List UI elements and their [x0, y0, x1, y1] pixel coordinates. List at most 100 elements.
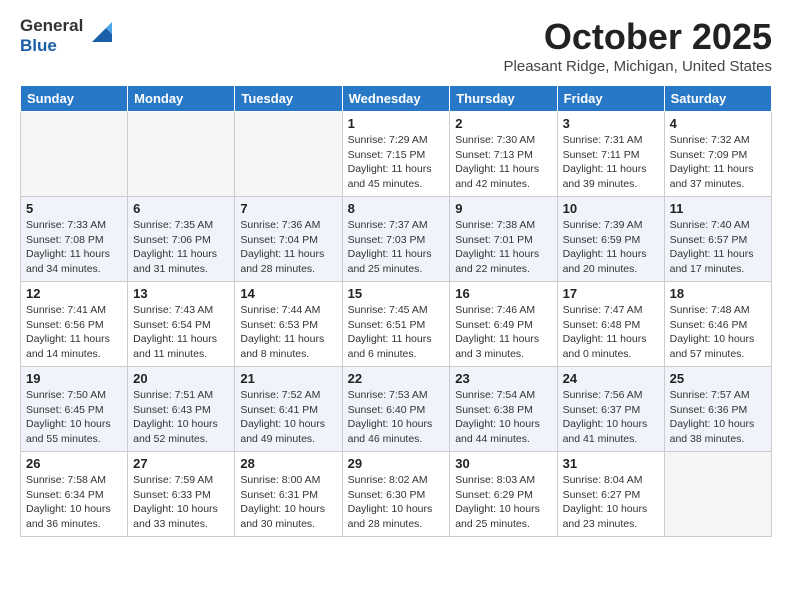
day-info: Sunrise: 7:37 AMSunset: 7:03 PMDaylight:…: [348, 218, 445, 277]
col-tuesday: Tuesday: [235, 86, 342, 112]
table-row: 1Sunrise: 7:29 AMSunset: 7:15 PMDaylight…: [342, 112, 450, 197]
day-info: Sunrise: 7:45 AMSunset: 6:51 PMDaylight:…: [348, 303, 445, 362]
table-row: 12Sunrise: 7:41 AMSunset: 6:56 PMDayligh…: [21, 282, 128, 367]
calendar-week-row: 12Sunrise: 7:41 AMSunset: 6:56 PMDayligh…: [21, 282, 772, 367]
day-info: Sunrise: 7:35 AMSunset: 7:06 PMDaylight:…: [133, 218, 229, 277]
day-info: Sunrise: 7:50 AMSunset: 6:45 PMDaylight:…: [26, 388, 122, 447]
page-header: General Blue October 2025 Pleasant Ridge…: [20, 16, 772, 75]
day-number: 10: [563, 201, 659, 216]
day-number: 20: [133, 371, 229, 386]
day-number: 22: [348, 371, 445, 386]
day-number: 23: [455, 371, 551, 386]
col-sunday: Sunday: [21, 86, 128, 112]
day-number: 24: [563, 371, 659, 386]
table-row: 14 Sunrise: 7:44 AMSunset: 6:53 PMDayligh…: [235, 282, 342, 367]
day-number: 21: [240, 371, 336, 386]
day-info: Sunrise: 7:56 AMSunset: 6:37 PMDaylight:…: [563, 388, 659, 447]
table-row: 2 Sunrise: 7:30 AMSunset: 7:13 PMDaylight…: [450, 112, 557, 197]
day-info: Sunrise: 7:58 AMSunset: 6:34 PMDaylight:…: [26, 473, 122, 532]
table-row: [128, 112, 235, 197]
table-row: 10 Sunrise: 7:39 AMSunset: 6:59 PMDayligh…: [557, 197, 664, 282]
day-info: Sunrise: 7:51 AMSunset: 6:43 PMDaylight:…: [133, 388, 229, 447]
day-info: Sunrise: 7:47 AMSunset: 6:48 PMDaylight:…: [563, 303, 659, 362]
day-number: 26: [26, 456, 122, 471]
day-info: Sunrise: 7:43 AMSunset: 6:54 PMDaylight:…: [133, 303, 229, 362]
table-row: 28 Sunrise: 8:00 AMSunset: 6:31 PMDayligh…: [235, 452, 342, 537]
table-row: 3 Sunrise: 7:31 AMSunset: 7:11 PMDaylight…: [557, 112, 664, 197]
day-info: Sunrise: 7:46 AMSunset: 6:49 PMDaylight:…: [455, 303, 551, 362]
day-number: 28: [240, 456, 336, 471]
day-number: 7: [240, 201, 336, 216]
calendar-week-row: 5 Sunrise: 7:33 AMSunset: 7:08 PMDaylight…: [21, 197, 772, 282]
logo-general: General: [20, 16, 83, 35]
table-row: [235, 112, 342, 197]
col-wednesday: Wednesday: [342, 86, 450, 112]
calendar-week-row: 1Sunrise: 7:29 AMSunset: 7:15 PMDaylight…: [21, 112, 772, 197]
logo: General Blue: [20, 16, 116, 55]
calendar-header-row: Sunday Monday Tuesday Wednesday Thursday…: [21, 86, 772, 112]
table-row: 7 Sunrise: 7:36 AMSunset: 7:04 PMDaylight…: [235, 197, 342, 282]
day-info: Sunrise: 7:30 AMSunset: 7:13 PMDaylight:…: [455, 133, 551, 192]
table-row: 9 Sunrise: 7:38 AMSunset: 7:01 PMDaylight…: [450, 197, 557, 282]
table-row: 24 Sunrise: 7:56 AMSunset: 6:37 PMDayligh…: [557, 367, 664, 452]
day-info: Sunrise: 7:36 AMSunset: 7:04 PMDaylight:…: [240, 218, 336, 277]
col-friday: Friday: [557, 86, 664, 112]
table-row: 21Sunrise: 7:52 AMSunset: 6:41 PMDayligh…: [235, 367, 342, 452]
day-number: 6: [133, 201, 229, 216]
day-info: Sunrise: 7:48 AMSunset: 6:46 PMDaylight:…: [670, 303, 766, 362]
day-info: Sunrise: 7:39 AMSunset: 6:59 PMDaylight:…: [563, 218, 659, 277]
day-info: Sunrise: 7:38 AMSunset: 7:01 PMDaylight:…: [455, 218, 551, 277]
day-number: 1: [348, 116, 445, 131]
table-row: 17Sunrise: 7:47 AMSunset: 6:48 PMDayligh…: [557, 282, 664, 367]
day-info: Sunrise: 8:04 AMSunset: 6:27 PMDaylight:…: [563, 473, 659, 532]
table-row: 22 Sunrise: 7:53 AMSunset: 6:40 PMDayligh…: [342, 367, 450, 452]
day-info: Sunrise: 8:03 AMSunset: 6:29 PMDaylight:…: [455, 473, 551, 532]
day-info: Sunrise: 7:31 AMSunset: 7:11 PMDaylight:…: [563, 133, 659, 192]
day-number: 25: [670, 371, 766, 386]
day-number: 14: [240, 286, 336, 301]
col-monday: Monday: [128, 86, 235, 112]
table-row: 26 Sunrise: 7:58 AMSunset: 6:34 PMDayligh…: [21, 452, 128, 537]
day-number: 18: [670, 286, 766, 301]
day-info: Sunrise: 7:44 AMSunset: 6:53 PMDaylight:…: [240, 303, 336, 362]
table-row: 4 Sunrise: 7:32 AMSunset: 7:09 PMDaylight…: [664, 112, 771, 197]
table-row: 23 Sunrise: 7:54 AMSunset: 6:38 PMDayligh…: [450, 367, 557, 452]
calendar-week-row: 26 Sunrise: 7:58 AMSunset: 6:34 PMDayligh…: [21, 452, 772, 537]
day-number: 27: [133, 456, 229, 471]
table-row: 30Sunrise: 8:03 AMSunset: 6:29 PMDayligh…: [450, 452, 557, 537]
day-info: Sunrise: 7:33 AMSunset: 7:08 PMDaylight:…: [26, 218, 122, 277]
day-number: 3: [563, 116, 659, 131]
table-row: 15 Sunrise: 7:45 AMSunset: 6:51 PMDayligh…: [342, 282, 450, 367]
day-info: Sunrise: 7:57 AMSunset: 6:36 PMDaylight:…: [670, 388, 766, 447]
table-row: 29 Sunrise: 8:02 AMSunset: 6:30 PMDayligh…: [342, 452, 450, 537]
day-number: 15: [348, 286, 445, 301]
table-row: 31Sunrise: 8:04 AMSunset: 6:27 PMDayligh…: [557, 452, 664, 537]
day-info: Sunrise: 7:32 AMSunset: 7:09 PMDaylight:…: [670, 133, 766, 192]
table-row: [21, 112, 128, 197]
table-row: 27 Sunrise: 7:59 AMSunset: 6:33 PMDayligh…: [128, 452, 235, 537]
day-number: 29: [348, 456, 445, 471]
day-number: 9: [455, 201, 551, 216]
calendar-week-row: 19 Sunrise: 7:50 AMSunset: 6:45 PMDayligh…: [21, 367, 772, 452]
title-block: October 2025 Pleasant Ridge, Michigan, U…: [504, 16, 772, 75]
table-row: 13Sunrise: 7:43 AMSunset: 6:54 PMDayligh…: [128, 282, 235, 367]
day-number: 5: [26, 201, 122, 216]
logo-icon: [86, 18, 116, 53]
day-info: Sunrise: 8:00 AMSunset: 6:31 PMDaylight:…: [240, 473, 336, 532]
day-info: Sunrise: 7:54 AMSunset: 6:38 PMDaylight:…: [455, 388, 551, 447]
day-number: 4: [670, 116, 766, 131]
month-title: October 2025: [504, 16, 772, 58]
table-row: 19 Sunrise: 7:50 AMSunset: 6:45 PMDayligh…: [21, 367, 128, 452]
table-row: 5 Sunrise: 7:33 AMSunset: 7:08 PMDaylight…: [21, 197, 128, 282]
table-row: 11Sunrise: 7:40 AMSunset: 6:57 PMDayligh…: [664, 197, 771, 282]
day-number: 2: [455, 116, 551, 131]
day-number: 19: [26, 371, 122, 386]
day-info: Sunrise: 7:59 AMSunset: 6:33 PMDaylight:…: [133, 473, 229, 532]
day-info: Sunrise: 7:53 AMSunset: 6:40 PMDaylight:…: [348, 388, 445, 447]
day-info: Sunrise: 8:02 AMSunset: 6:30 PMDaylight:…: [348, 473, 445, 532]
col-thursday: Thursday: [450, 86, 557, 112]
table-row: 8Sunrise: 7:37 AMSunset: 7:03 PMDaylight…: [342, 197, 450, 282]
table-row: 25 Sunrise: 7:57 AMSunset: 6:36 PMDayligh…: [664, 367, 771, 452]
day-info: Sunrise: 7:41 AMSunset: 6:56 PMDaylight:…: [26, 303, 122, 362]
day-info: Sunrise: 7:40 AMSunset: 6:57 PMDaylight:…: [670, 218, 766, 277]
